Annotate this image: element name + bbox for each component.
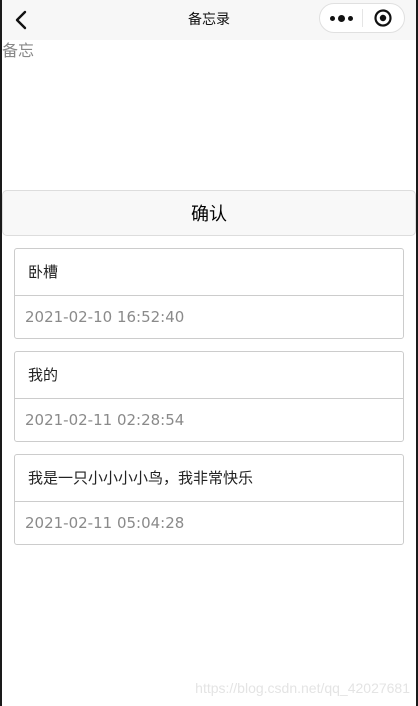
memo-card[interactable]: 我是一只小小小小鸟，我非常快乐 2021-02-11 05:04:28 — [14, 454, 404, 545]
capsule-menu — [319, 3, 405, 33]
close-miniprogram-button[interactable] — [363, 4, 404, 32]
memo-text: 卧槽 — [15, 249, 403, 296]
memo-input-area — [2, 40, 416, 190]
memo-input[interactable] — [2, 40, 416, 190]
memo-list: 卧槽 2021-02-10 16:52:40 我的 2021-02-11 02:… — [14, 248, 404, 557]
memo-text: 我是一只小小小小鸟，我非常快乐 — [15, 455, 403, 502]
memo-text: 我的 — [15, 352, 403, 399]
top-navigation-bar: 备忘录 — [2, 0, 416, 40]
more-button[interactable] — [320, 4, 362, 32]
memo-card[interactable]: 卧槽 2021-02-10 16:52:40 — [14, 248, 404, 339]
confirm-button[interactable]: 确认 — [2, 190, 416, 236]
more-dots-icon — [329, 14, 353, 22]
target-circle-icon — [374, 9, 393, 27]
memo-time: 2021-02-11 05:04:28 — [25, 514, 185, 532]
memo-card[interactable]: 我的 2021-02-11 02:28:54 — [14, 351, 404, 442]
memo-time: 2021-02-10 16:52:40 — [25, 308, 185, 326]
watermark: https://blog.csdn.net/qq_42027681 — [195, 680, 410, 696]
memo-time: 2021-02-11 02:28:54 — [25, 411, 185, 429]
